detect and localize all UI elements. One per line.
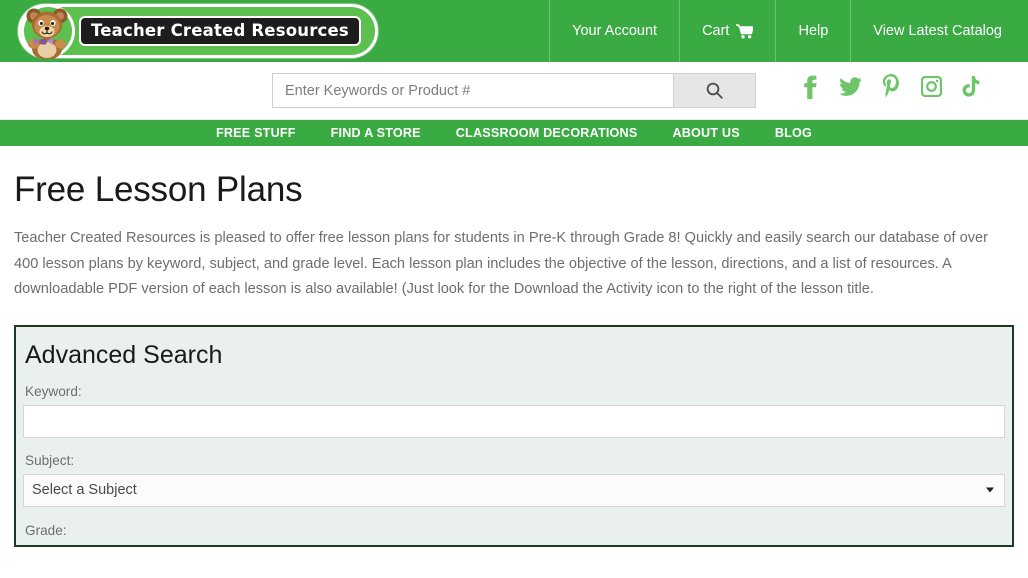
- main-nav-blog[interactable]: BLOG: [775, 126, 812, 140]
- keyword-input[interactable]: [23, 404, 1005, 438]
- main-nav-find-a-store[interactable]: FIND A STORE: [331, 126, 421, 140]
- advanced-search-title: Advanced Search: [25, 340, 223, 369]
- instagram-icon[interactable]: [920, 75, 943, 98]
- teddy-bear-icon: [21, 4, 75, 59]
- site-search: [272, 73, 756, 108]
- main-nav-about-us[interactable]: ABOUT US: [672, 126, 739, 140]
- site-header: Teacher Created Resources Your Account C…: [0, 0, 1028, 62]
- search-input[interactable]: [272, 73, 673, 108]
- logo-badge: Teacher Created Resources: [18, 4, 378, 59]
- chevron-down-icon: [986, 487, 994, 493]
- nav-help-label: Help: [798, 23, 829, 39]
- grade-label: Grade:: [25, 522, 67, 538]
- page-title: Free Lesson Plans: [14, 170, 303, 209]
- social-links: [799, 74, 981, 99]
- nav-view-latest-catalog-label: View Latest Catalog: [873, 23, 1002, 39]
- search-icon: [706, 82, 723, 99]
- keyword-label: Keyword:: [25, 383, 82, 399]
- site-logo[interactable]: Teacher Created Resources: [0, 0, 378, 62]
- nav-view-latest-catalog[interactable]: View Latest Catalog: [850, 0, 1028, 62]
- search-submit-button[interactable]: [673, 73, 756, 108]
- utility-nav: Your Account Cart Help View Latest Catal…: [549, 0, 1028, 62]
- search-strip: [0, 62, 1028, 120]
- tiktok-icon[interactable]: [962, 75, 981, 98]
- logo-brand-text: Teacher Created Resources: [79, 16, 361, 46]
- nav-your-account[interactable]: Your Account: [549, 0, 679, 62]
- nav-your-account-label: Your Account: [572, 23, 658, 39]
- nav-help[interactable]: Help: [775, 0, 850, 62]
- page-content: Free Lesson Plans Teacher Created Resour…: [0, 170, 1028, 547]
- subject-select[interactable]: Select a Subject: [23, 473, 1005, 507]
- page-description: Teacher Created Resources is pleased to …: [14, 230, 988, 297]
- main-nav-classroom-decorations[interactable]: CLASSROOM DECORATIONS: [456, 126, 638, 140]
- nav-cart[interactable]: Cart: [679, 0, 775, 62]
- main-nav: FREE STUFF FIND A STORE CLASSROOM DECORA…: [0, 120, 1028, 146]
- pinterest-icon[interactable]: [882, 74, 901, 99]
- nav-cart-label: Cart: [702, 23, 730, 39]
- subject-label: Subject:: [25, 452, 75, 468]
- advanced-search-panel: Advanced Search Keyword: Subject: Select…: [14, 324, 1014, 547]
- main-nav-free-stuff[interactable]: FREE STUFF: [216, 126, 296, 140]
- facebook-icon[interactable]: [799, 75, 819, 99]
- shopping-cart-icon: [736, 23, 755, 39]
- subject-select-value: Select a Subject: [32, 482, 137, 498]
- twitter-icon[interactable]: [839, 76, 862, 97]
